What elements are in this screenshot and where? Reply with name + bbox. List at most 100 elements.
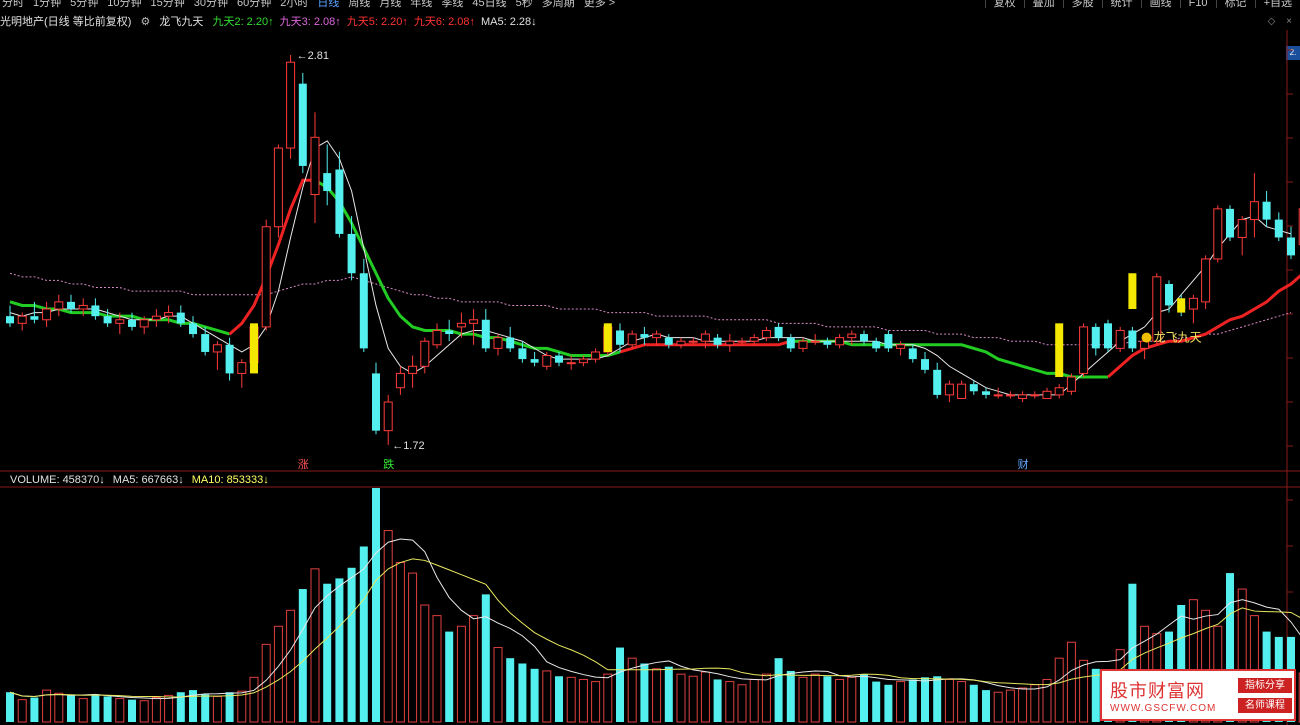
- candle: [957, 380, 967, 399]
- candle-body: [139, 319, 149, 328]
- candle: [493, 334, 503, 356]
- watermark-badge-course: 名师课程: [1238, 698, 1292, 713]
- candle: [54, 294, 64, 317]
- candle: [578, 355, 588, 367]
- volume-bar: [566, 676, 576, 723]
- volume-bar: [933, 676, 942, 722]
- candle: [823, 337, 832, 349]
- candle: [408, 355, 418, 388]
- volume-bar: [737, 684, 747, 723]
- volume-bar: [359, 546, 368, 722]
- candle-body: [237, 362, 247, 374]
- candle-body: [506, 337, 515, 349]
- candle-body: [273, 147, 283, 228]
- volume-bar: [212, 695, 222, 723]
- signal-coin-icon: [1141, 332, 1152, 343]
- candle-body: [261, 226, 271, 328]
- volume-bar: [676, 673, 686, 723]
- candle: [640, 326, 649, 345]
- candle-body: [737, 340, 747, 343]
- volume-bar: [786, 670, 795, 722]
- volume-bar: [78, 698, 88, 723]
- volume-bar: [408, 572, 418, 723]
- volume-bar: [151, 697, 161, 723]
- candle-body: [1018, 394, 1028, 399]
- candle-body: [1128, 330, 1137, 349]
- volume-info-bar: VOLUME: 458370↓ MA5: 667663↓ MA10: 853333↓: [10, 472, 277, 488]
- candle: [1128, 326, 1137, 352]
- candle-body: [67, 301, 75, 310]
- candle-body: [1091, 326, 1100, 349]
- volume-bar: [847, 676, 857, 723]
- candle-body: [896, 344, 906, 349]
- volume-bar: [493, 647, 503, 723]
- signal-bar: [1055, 323, 1064, 377]
- volume-bar: [578, 678, 588, 723]
- candle: [1188, 294, 1198, 324]
- volume-bar: [652, 668, 662, 723]
- volume-bar: [286, 609, 296, 723]
- candle: [432, 323, 442, 349]
- candle-body: [212, 344, 222, 353]
- candle: [225, 337, 234, 381]
- candle: [908, 344, 917, 363]
- candle-body: [286, 61, 296, 149]
- candle: [372, 362, 380, 435]
- candle-body: [17, 315, 27, 324]
- candle: [884, 330, 893, 352]
- candle: [42, 301, 52, 327]
- candle-body: [189, 323, 197, 335]
- volume-bar: [54, 692, 64, 723]
- signal-bar: [1177, 298, 1186, 313]
- volume-bar: [921, 677, 929, 722]
- candle-body: [1030, 394, 1040, 397]
- candle: [761, 326, 771, 342]
- candle-body: [957, 383, 967, 399]
- candle: [1165, 280, 1173, 313]
- candle-body: [652, 333, 662, 339]
- candle-body: [1249, 201, 1259, 221]
- candle-body: [798, 340, 808, 349]
- candle: [91, 298, 100, 320]
- candle: [749, 334, 759, 345]
- volume-bar: [1018, 687, 1028, 723]
- candle-body: [555, 355, 563, 363]
- volume-bar: [115, 698, 125, 723]
- candle: [774, 323, 783, 342]
- candle: [1104, 319, 1112, 352]
- candle-body: [78, 304, 88, 310]
- candle: [542, 351, 552, 370]
- volume-bar: [225, 692, 234, 722]
- volume-bar: [298, 589, 307, 722]
- candle: [627, 330, 637, 349]
- candle-body: [1115, 329, 1125, 349]
- candle: [1213, 205, 1223, 263]
- candle-body: [225, 344, 234, 374]
- volume-bar: [310, 568, 320, 723]
- volume-bar: [810, 673, 820, 723]
- candle: [616, 323, 624, 352]
- candle-body: [347, 233, 356, 274]
- candle: [201, 326, 210, 356]
- candle-body: [298, 83, 307, 166]
- candle: [810, 334, 820, 345]
- candle: [1066, 373, 1076, 395]
- candle: [298, 72, 307, 174]
- candle-body: [54, 301, 64, 310]
- candle-body: [713, 337, 722, 345]
- candle-body: [151, 315, 161, 321]
- volume-bar: [372, 488, 380, 722]
- candle-body: [774, 326, 783, 338]
- candle: [469, 309, 479, 345]
- volume-bar: [67, 695, 75, 722]
- kline-chart[interactable]: ←2.81 ←1.72 涨 跌 财 龙飞九天: [0, 0, 1300, 725]
- volume-bar: [249, 676, 259, 723]
- volume-bar: [347, 567, 356, 722]
- candle: [481, 309, 490, 352]
- candle: [151, 309, 161, 327]
- volume-bar: [420, 604, 430, 723]
- candle-body: [1274, 219, 1283, 238]
- candle-body: [469, 319, 479, 324]
- volume-bar: [518, 663, 527, 722]
- candle-body: [456, 322, 466, 328]
